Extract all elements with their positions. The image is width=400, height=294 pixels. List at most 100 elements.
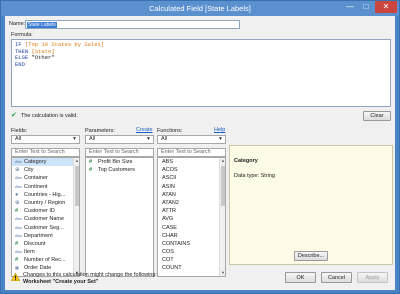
list-item-label: Item [24, 249, 35, 256]
list-item[interactable]: ASCII [158, 174, 225, 182]
parameters-filter-value: All [89, 136, 96, 142]
calculated-field-dialog: Calculated Field [State Labels] — □ ✕ Na… [0, 0, 400, 294]
list-item[interactable]: CONTAINS [158, 240, 225, 248]
list-item[interactable]: Abc Category [12, 158, 79, 167]
fields-filter-value: All [15, 136, 22, 142]
list-item-label: Customer Name [24, 216, 65, 223]
functions-search-input[interactable]: Enter Text to Search [157, 148, 226, 157]
formula-label: Formula: [11, 32, 33, 38]
warning-icon [11, 273, 20, 281]
close-button[interactable]: ✕ [375, 1, 397, 13]
help-link[interactable]: Help [214, 127, 225, 133]
list-item[interactable]: Abc Continent [12, 183, 79, 191]
list-item[interactable]: ATAN2 [158, 199, 225, 207]
fields-search-input[interactable]: Enter Text to Search [11, 148, 80, 157]
scroll-thumb[interactable] [221, 166, 225, 206]
list-item[interactable]: Abc Container [12, 174, 79, 182]
name-label: Name: [9, 21, 26, 27]
list-item[interactable]: ATAN [158, 191, 225, 199]
list-item[interactable]: COS [158, 248, 225, 256]
list-item[interactable]: AVG [158, 215, 225, 223]
name-value: State Labels [27, 22, 57, 28]
list-item[interactable]: # Profit Bin Size [86, 158, 153, 166]
parameters-filter-dropdown[interactable]: All ▼ [85, 135, 154, 144]
globe-icon: ⊕ [15, 199, 20, 206]
describe-button[interactable]: Describe... [294, 251, 328, 261]
globe-icon: ● [15, 191, 19, 198]
parameters-list[interactable]: # Profit Bin Size # Top Customers [85, 157, 154, 277]
list-item-label: Department [24, 232, 53, 239]
maximize-button[interactable]: □ [358, 1, 374, 13]
list-item[interactable]: ● Countries - Hig... [12, 191, 79, 199]
chevron-down-icon: ▼ [72, 136, 77, 142]
clear-button[interactable]: Clear [363, 111, 391, 121]
formula-string: "Other" [31, 54, 55, 61]
warning-line-1: Changes to this calculation might change… [23, 272, 157, 278]
validation-message: The calculation is valid. [21, 113, 78, 119]
name-field[interactable]: State Labels [25, 20, 240, 29]
number-icon: # [15, 240, 19, 247]
string-icon: Abc [15, 175, 22, 181]
scroll-thumb[interactable] [75, 166, 79, 206]
scroll-down-icon[interactable]: ▼ [220, 270, 225, 276]
list-item[interactable]: ⊕ City [12, 166, 79, 174]
list-item[interactable]: # Discount [12, 240, 79, 248]
list-item[interactable]: Abc Customer Name [12, 215, 79, 223]
string-icon: Abc [15, 224, 22, 230]
list-item[interactable]: Abc Item [12, 248, 79, 256]
parameters-search-input[interactable]: Enter Text to Search [85, 148, 154, 157]
list-item[interactable]: ASIN [158, 183, 225, 191]
list-item[interactable]: ⊕ Country / Region [12, 199, 79, 207]
fields-label: Fields: [11, 128, 28, 134]
list-item-label: Continent [24, 183, 48, 190]
list-item-label: Profit Bin Size [98, 159, 133, 165]
string-icon: Abc [15, 249, 22, 255]
list-item-label: City [24, 167, 34, 174]
list-item[interactable]: CASE [158, 224, 225, 232]
apply-button[interactable]: Apply [357, 272, 388, 283]
list-item-label: Container [24, 175, 48, 182]
scroll-up-icon[interactable]: ▲ [74, 158, 79, 164]
check-icon: ✔ [11, 112, 17, 119]
list-item-label: Countries - Hig... [24, 191, 66, 198]
functions-list[interactable]: ABS ACOS ASCII ASIN ATAN ATAN2 ATTR AVG … [157, 157, 226, 277]
list-item[interactable]: Abc Department [12, 232, 79, 240]
list-item-label: Discount [24, 240, 46, 247]
string-icon: Abc [15, 183, 22, 189]
list-item[interactable]: COUNT [158, 264, 225, 272]
list-item[interactable]: ABS [158, 158, 225, 166]
formula-keyword: END [15, 60, 25, 68]
create-parameter-link[interactable]: Create [136, 127, 153, 133]
functions-label: Functions: [157, 128, 183, 134]
fields-filter-dropdown[interactable]: All ▼ [11, 135, 80, 144]
dialog-body: Name: State Labels Formula: IF [Top 10 S… [5, 16, 395, 290]
list-item[interactable]: # Customer ID [12, 207, 79, 215]
cancel-button[interactable]: Cancel [321, 272, 352, 283]
globe-icon: ⊕ [15, 167, 20, 174]
list-item-label: Category [24, 159, 47, 165]
list-item[interactable]: # Number of Rec... [12, 256, 79, 264]
fields-scrollbar[interactable]: ▲ ▼ [73, 158, 79, 276]
chevron-down-icon: ▼ [146, 136, 151, 142]
list-item[interactable]: Abc Customer Seg... [12, 224, 79, 232]
scroll-up-icon[interactable]: ▲ [220, 158, 225, 164]
functions-filter-dropdown[interactable]: All ▼ [157, 135, 226, 144]
fields-list[interactable]: Abc Category ⊕ City Abc Container Abc Contin… [11, 157, 80, 277]
list-item[interactable]: CHAR [158, 232, 225, 240]
minimize-button[interactable]: — [342, 1, 358, 13]
window-title: Calculated Field [State Labels] [149, 4, 251, 13]
list-item[interactable]: ATTR [158, 207, 225, 215]
ok-button[interactable]: OK [285, 272, 316, 283]
warning-line-2: Worksheet "Create your Set" [23, 279, 99, 285]
function-help-panel: Category Data type: String Describe... [229, 145, 393, 265]
number-icon: # [15, 208, 19, 215]
title-bar[interactable]: Calculated Field [State Labels] — □ ✕ [1, 1, 399, 16]
functions-scrollbar[interactable]: ▲ ▼ [219, 158, 225, 276]
list-item-label: Top Customers [98, 167, 135, 174]
list-item[interactable]: ACOS [158, 166, 225, 174]
list-item[interactable]: # Top Customers [86, 166, 153, 174]
formula-editor[interactable]: IF [Top 10 States by Sales] THEN [State]… [11, 39, 391, 107]
help-title: Category [234, 158, 258, 164]
list-item[interactable]: COT [158, 256, 225, 264]
list-item-label: Customer Seg... [24, 224, 64, 231]
